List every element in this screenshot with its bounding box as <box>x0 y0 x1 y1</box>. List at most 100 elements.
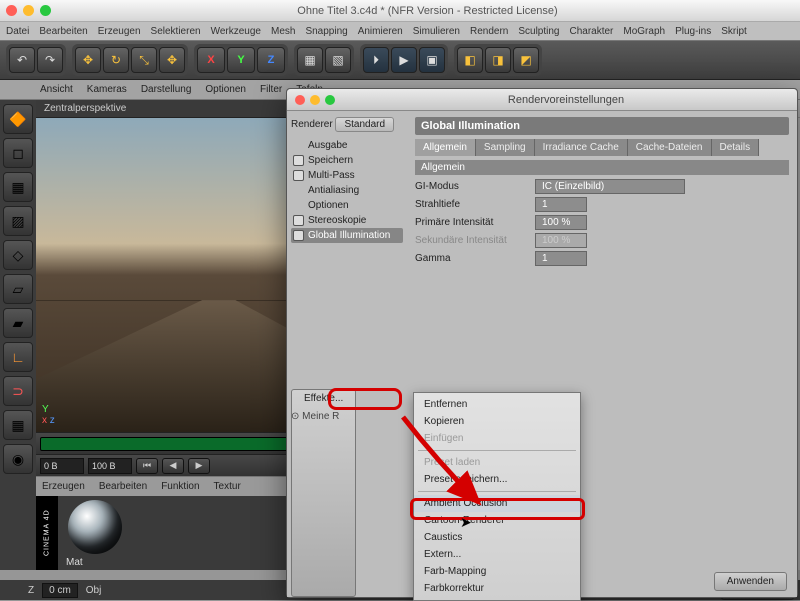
dialog-minimize-icon[interactable] <box>310 95 320 105</box>
dialog-close-icon[interactable] <box>295 95 305 105</box>
move-tool[interactable]: ✥ <box>75 47 101 73</box>
menu-item[interactable]: Charakter <box>569 26 613 37</box>
menu-item[interactable]: Simulieren <box>413 26 460 37</box>
axis-mode[interactable]: ∟ <box>3 342 33 372</box>
polygon-mode[interactable]: ▰ <box>3 308 33 338</box>
render-view-button[interactable]: ⏵ <box>363 47 389 73</box>
effects-context-menu[interactable]: Entfernen Kopieren Einfügen Preset laden… <box>413 392 581 601</box>
point-mode[interactable]: ◇ <box>3 240 33 270</box>
tab-allgemein[interactable]: Allgemein <box>415 139 476 156</box>
axis-x-toggle[interactable]: X <box>197 47 225 73</box>
mat-menu-item[interactable]: Funktion <box>161 481 199 492</box>
view-menu-item[interactable]: Ansicht <box>40 84 73 95</box>
view-menu-item[interactable]: Optionen <box>205 84 246 95</box>
transform-tool[interactable]: ✥ <box>159 47 185 73</box>
option-label[interactable]: Speichern <box>308 155 353 166</box>
dialog-titlebar[interactable]: Rendervoreinstellungen <box>287 89 797 111</box>
main-menubar[interactable]: Datei Bearbeiten Erzeugen Selektieren We… <box>0 22 800 40</box>
gi-mode-value[interactable]: IC (Einzelbild) <box>535 179 685 194</box>
prev-frame-button[interactable]: ◀ <box>162 458 184 474</box>
tab-sampling[interactable]: Sampling <box>476 139 535 156</box>
checkbox-icon[interactable] <box>293 170 304 181</box>
option-label[interactable]: Optionen <box>308 200 349 211</box>
view-menu-item[interactable]: Filter <box>260 84 282 95</box>
axis-y-toggle[interactable]: Y <box>227 47 255 73</box>
snap-tool[interactable]: ▦ <box>3 410 33 440</box>
menu-item[interactable]: Plug-ins <box>675 26 711 37</box>
view-menu-item[interactable]: Darstellung <box>141 84 192 95</box>
option-label[interactable]: Global Illumination <box>308 230 390 241</box>
texture-mode[interactable]: ▦ <box>3 172 33 202</box>
close-icon[interactable] <box>6 5 17 16</box>
checkbox-icon[interactable] <box>293 215 304 226</box>
model-mode[interactable]: ◻ <box>3 138 33 168</box>
coord-value[interactable]: 0 cm <box>42 583 78 598</box>
ctx-extern[interactable]: Extern... <box>414 546 580 563</box>
start-frame[interactable]: 0 B <box>40 458 84 474</box>
goto-start-button[interactable]: ⏮ <box>136 458 158 474</box>
render-settings-button[interactable]: ▣ <box>419 47 445 73</box>
primitive-button[interactable]: ◧ <box>457 47 483 73</box>
edge-mode[interactable]: ▱ <box>3 274 33 304</box>
end-frame[interactable]: 100 B <box>88 458 132 474</box>
coord-button[interactable]: ▦ <box>297 47 323 73</box>
menu-item[interactable]: Rendern <box>470 26 508 37</box>
material-preview[interactable] <box>68 500 122 554</box>
render-picture-button[interactable]: ▶ <box>391 47 417 73</box>
view-menu-item[interactable]: Kameras <box>87 84 127 95</box>
gi-gamma-value[interactable]: 1 <box>535 251 587 266</box>
gi-depth-value[interactable]: 1 <box>535 197 587 212</box>
ctx-ambient-occlusion[interactable]: Ambient Occlusion <box>414 495 580 512</box>
ctx-entfernen[interactable]: Entfernen <box>414 396 580 413</box>
workplane-mode[interactable]: ▨ <box>3 206 33 236</box>
rotate-tool[interactable]: ↻ <box>103 47 129 73</box>
mat-menu-item[interactable]: Textur <box>214 481 241 492</box>
menu-item[interactable]: Werkzeuge <box>211 26 261 37</box>
scale-tool[interactable]: ⤡ <box>131 47 157 73</box>
undo-button[interactable]: ↶ <box>9 47 35 73</box>
locked-tool[interactable]: ◉ <box>3 444 33 474</box>
checkbox-icon[interactable] <box>293 155 304 166</box>
option-label[interactable]: Antialiasing <box>308 185 359 196</box>
menu-item[interactable]: MoGraph <box>623 26 665 37</box>
mat-menu-item[interactable]: Bearbeiten <box>99 481 147 492</box>
menu-item[interactable]: Animieren <box>358 26 403 37</box>
redo-button[interactable]: ↷ <box>37 47 63 73</box>
menu-item[interactable]: Selektieren <box>151 26 201 37</box>
option-label[interactable]: Multi-Pass <box>308 170 355 181</box>
grid-button[interactable]: ▧ <box>325 47 351 73</box>
traffic-lights[interactable] <box>6 5 51 16</box>
menu-item[interactable]: Skript <box>721 26 747 37</box>
tab-irradiance[interactable]: Irradiance Cache <box>535 139 628 156</box>
ctx-kopieren[interactable]: Kopieren <box>414 413 580 430</box>
menu-item[interactable]: Sculpting <box>518 26 559 37</box>
tab-cache[interactable]: Cache-Dateien <box>628 139 712 156</box>
menu-item[interactable]: Snapping <box>305 26 347 37</box>
option-label[interactable]: Ausgabe <box>308 140 347 151</box>
mat-menu-item[interactable]: Erzeugen <box>42 481 85 492</box>
zoom-icon[interactable] <box>40 5 51 16</box>
ctx-caustics[interactable]: Caustics <box>414 529 580 546</box>
tab-details[interactable]: Details <box>712 139 760 156</box>
menu-item[interactable]: Erzeugen <box>98 26 141 37</box>
axis-z-toggle[interactable]: Z <box>257 47 285 73</box>
ctx-cartoon-renderer[interactable]: Cartoon-Renderer <box>414 512 580 529</box>
menu-item[interactable]: Bearbeiten <box>39 26 87 37</box>
ctx-preset-speichern[interactable]: Preset speichern... <box>414 471 580 488</box>
gi-primary-value[interactable]: 100 % <box>535 215 587 230</box>
apply-button[interactable]: Anwenden <box>714 572 787 591</box>
menu-item[interactable]: Datei <box>6 26 29 37</box>
dialog-zoom-icon[interactable] <box>325 95 335 105</box>
ctx-farb-mapping[interactable]: Farb-Mapping <box>414 563 580 580</box>
minimize-icon[interactable] <box>23 5 34 16</box>
play-button[interactable]: ▶ <box>188 458 210 474</box>
ctx-farbkorrektur[interactable]: Farbkorrektur <box>414 580 580 597</box>
menu-item[interactable]: Mesh <box>271 26 295 37</box>
magnet-tool[interactable]: ⊃ <box>3 376 33 406</box>
nurbs-button[interactable]: ◩ <box>513 47 539 73</box>
checkbox-icon[interactable] <box>293 230 304 241</box>
material-name[interactable]: Mat <box>66 557 83 568</box>
gi-tabs[interactable]: Allgemein Sampling Irradiance Cache Cach… <box>415 139 789 156</box>
spline-button[interactable]: ◨ <box>485 47 511 73</box>
live-selection-tool[interactable]: 🔶 <box>3 104 33 134</box>
